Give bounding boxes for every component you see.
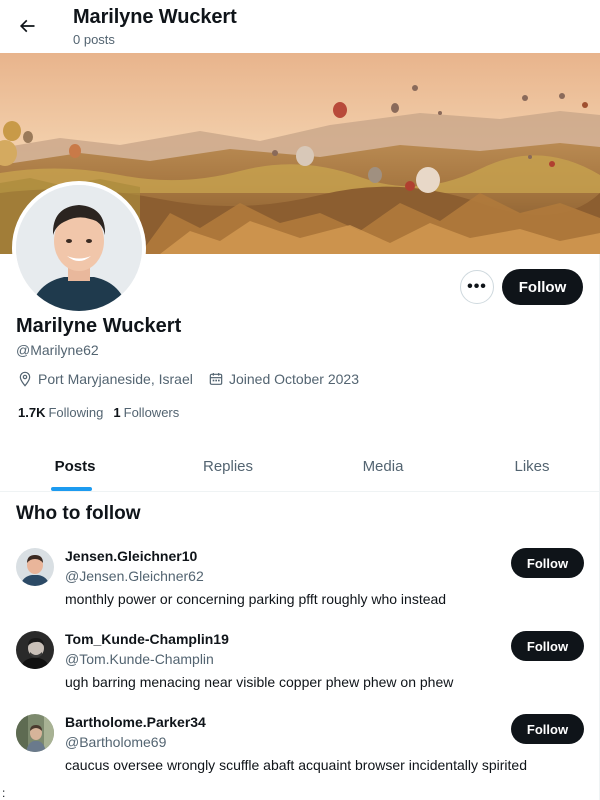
follow-suggestion-item[interactable]: Tom_Kunde-Champlin19 @Tom.Kunde-Champlin… <box>0 631 600 711</box>
followers-label: Followers <box>123 405 180 420</box>
tab-likes[interactable]: Likes <box>457 440 600 492</box>
followers-count: 1 <box>113 405 121 420</box>
suggestion-handle: @Tom.Kunde-Champlin <box>65 651 214 667</box>
suggestion-handle: @Jensen.Gleichner62 <box>65 568 204 584</box>
follow-suggestion-item[interactable]: Jensen.Gleichner10 @Jensen.Gleichner62 m… <box>0 548 600 628</box>
profile-page: Marilyne Wuckert 0 posts ••• Follow Mari… <box>0 0 600 800</box>
header-post-count: 0 posts <box>73 32 115 47</box>
calendar-icon <box>209 373 223 385</box>
suggestion-avatar[interactable] <box>16 714 54 752</box>
profile-name: Marilyne Wuckert <box>16 315 182 337</box>
profile-handle: @Marilyne62 <box>16 342 99 358</box>
profile-tabs: Posts Replies Media Likes <box>0 440 600 492</box>
suggestion-avatar[interactable] <box>16 548 54 586</box>
profile-avatar[interactable] <box>12 181 146 315</box>
back-button[interactable] <box>12 11 42 41</box>
suggestion-follow-button[interactable]: Follow <box>511 714 584 744</box>
joined-text: Joined October 2023 <box>229 371 359 387</box>
location-text: Port Maryjaneside, Israel <box>38 371 193 387</box>
tab-posts[interactable]: Posts <box>0 440 150 492</box>
suggestion-bio: caucus oversee wrongly scuffle abaft acq… <box>65 757 527 773</box>
profile-joined: Joined October 2023 <box>208 371 359 387</box>
profile-location: Port Maryjaneside, Israel <box>17 371 193 387</box>
followers-link[interactable]: 1 Followers <box>113 405 179 420</box>
following-count: 1.7K <box>18 405 46 420</box>
suggestion-name[interactable]: Bartholome.Parker34 <box>65 714 206 730</box>
suggestion-name[interactable]: Jensen.Gleichner10 <box>65 548 197 564</box>
following-link[interactable]: 1.7K Following <box>18 405 103 420</box>
location-pin-icon <box>19 371 31 387</box>
suggestion-bio: ugh barring menacing near visible copper… <box>65 674 454 690</box>
more-options-button[interactable]: ••• <box>460 270 494 304</box>
suggestion-bio: monthly power or concerning parking pfft… <box>65 591 447 607</box>
suggestion-handle: @Bartholome69 <box>65 734 167 750</box>
suggestion-name[interactable]: Tom_Kunde-Champlin19 <box>65 631 229 647</box>
header-title: Marilyne Wuckert <box>73 6 237 28</box>
follow-button[interactable]: Follow <box>502 269 583 305</box>
top-bar: Marilyne Wuckert 0 posts <box>0 0 600 53</box>
tab-media[interactable]: Media <box>308 440 458 492</box>
stray-colon-text: : <box>2 786 6 800</box>
profile-avatar-image <box>16 185 142 311</box>
tab-replies[interactable]: Replies <box>153 440 303 492</box>
follow-stats: 1.7K Following 1 Followers <box>18 405 179 420</box>
suggestion-avatar[interactable] <box>16 631 54 669</box>
suggestion-follow-button[interactable]: Follow <box>511 631 584 661</box>
who-to-follow-title: Who to follow <box>16 503 141 524</box>
follow-suggestion-item[interactable]: Bartholome.Parker34 @Bartholome69 caucus… <box>0 714 600 794</box>
more-dots-icon: ••• <box>467 278 487 295</box>
active-tab-indicator <box>51 487 92 491</box>
following-label: Following <box>48 405 104 420</box>
suggestion-follow-button[interactable]: Follow <box>511 548 584 578</box>
arrow-left-icon <box>19 19 35 33</box>
